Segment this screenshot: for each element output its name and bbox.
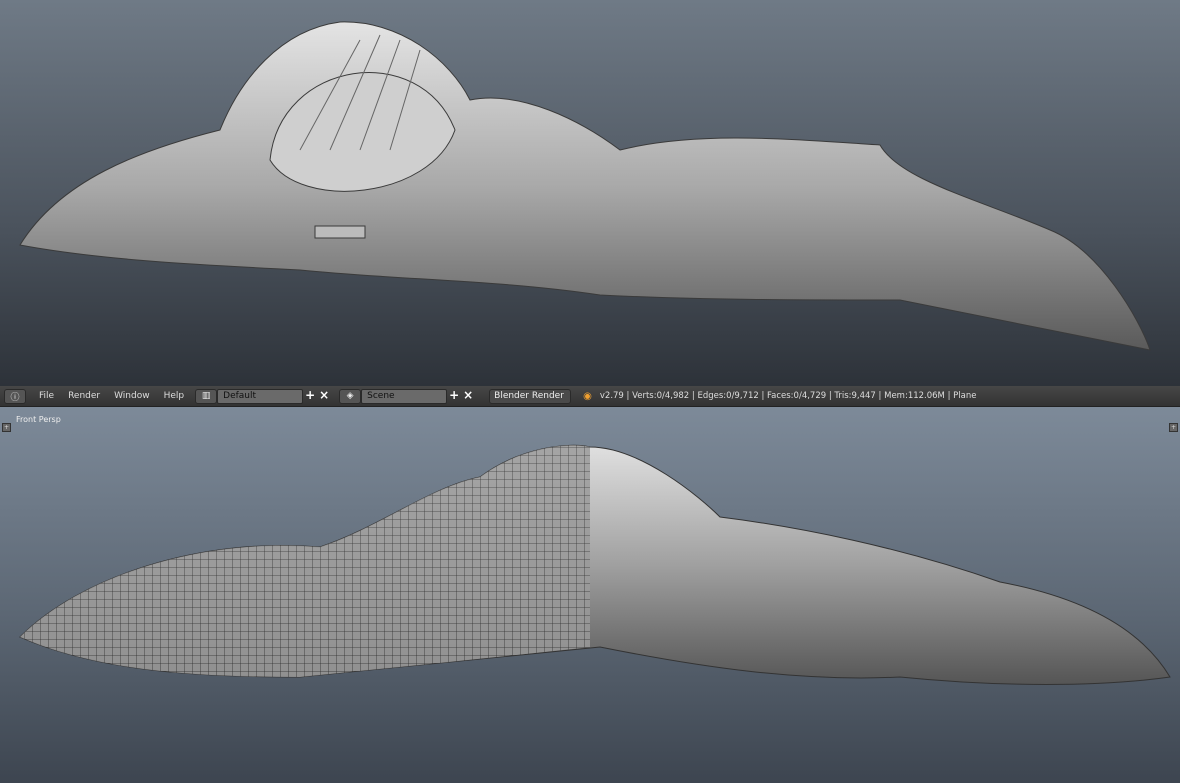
scene-icon[interactable]: ◈ — [339, 388, 362, 404]
render-preview — [0, 0, 1180, 386]
render-engine-select[interactable]: Blender Render — [489, 388, 572, 404]
scene-stats: v2.79 | Verts:0/4,982 | Edges:0/9,712 | … — [599, 391, 977, 401]
screen-layout-field[interactable]: Default — [217, 388, 304, 404]
screen-layout-icon[interactable]: ▥ — [195, 388, 218, 404]
scene-field[interactable]: Scene — [361, 388, 448, 404]
info-header: ⓘ File Render Window Help ▥ Default + × … — [0, 386, 1180, 407]
add-layout-button[interactable]: + — [303, 389, 317, 403]
remove-layout-button[interactable]: × — [317, 389, 331, 403]
menu-help[interactable]: Help — [164, 391, 185, 401]
3d-viewport[interactable]: Front Persp + + — [0, 407, 1180, 783]
menu-file[interactable]: File — [39, 391, 54, 401]
blender-logo-icon: ◉ — [583, 390, 592, 402]
add-scene-button[interactable]: + — [447, 389, 461, 403]
menu-render[interactable]: Render — [68, 391, 100, 401]
menu-window[interactable]: Window — [114, 391, 150, 401]
info-icon[interactable]: ⓘ — [4, 388, 26, 404]
ornament-mesh — [19, 444, 1171, 685]
remove-scene-button[interactable]: × — [461, 389, 475, 403]
ornament-render — [19, 21, 1151, 351]
